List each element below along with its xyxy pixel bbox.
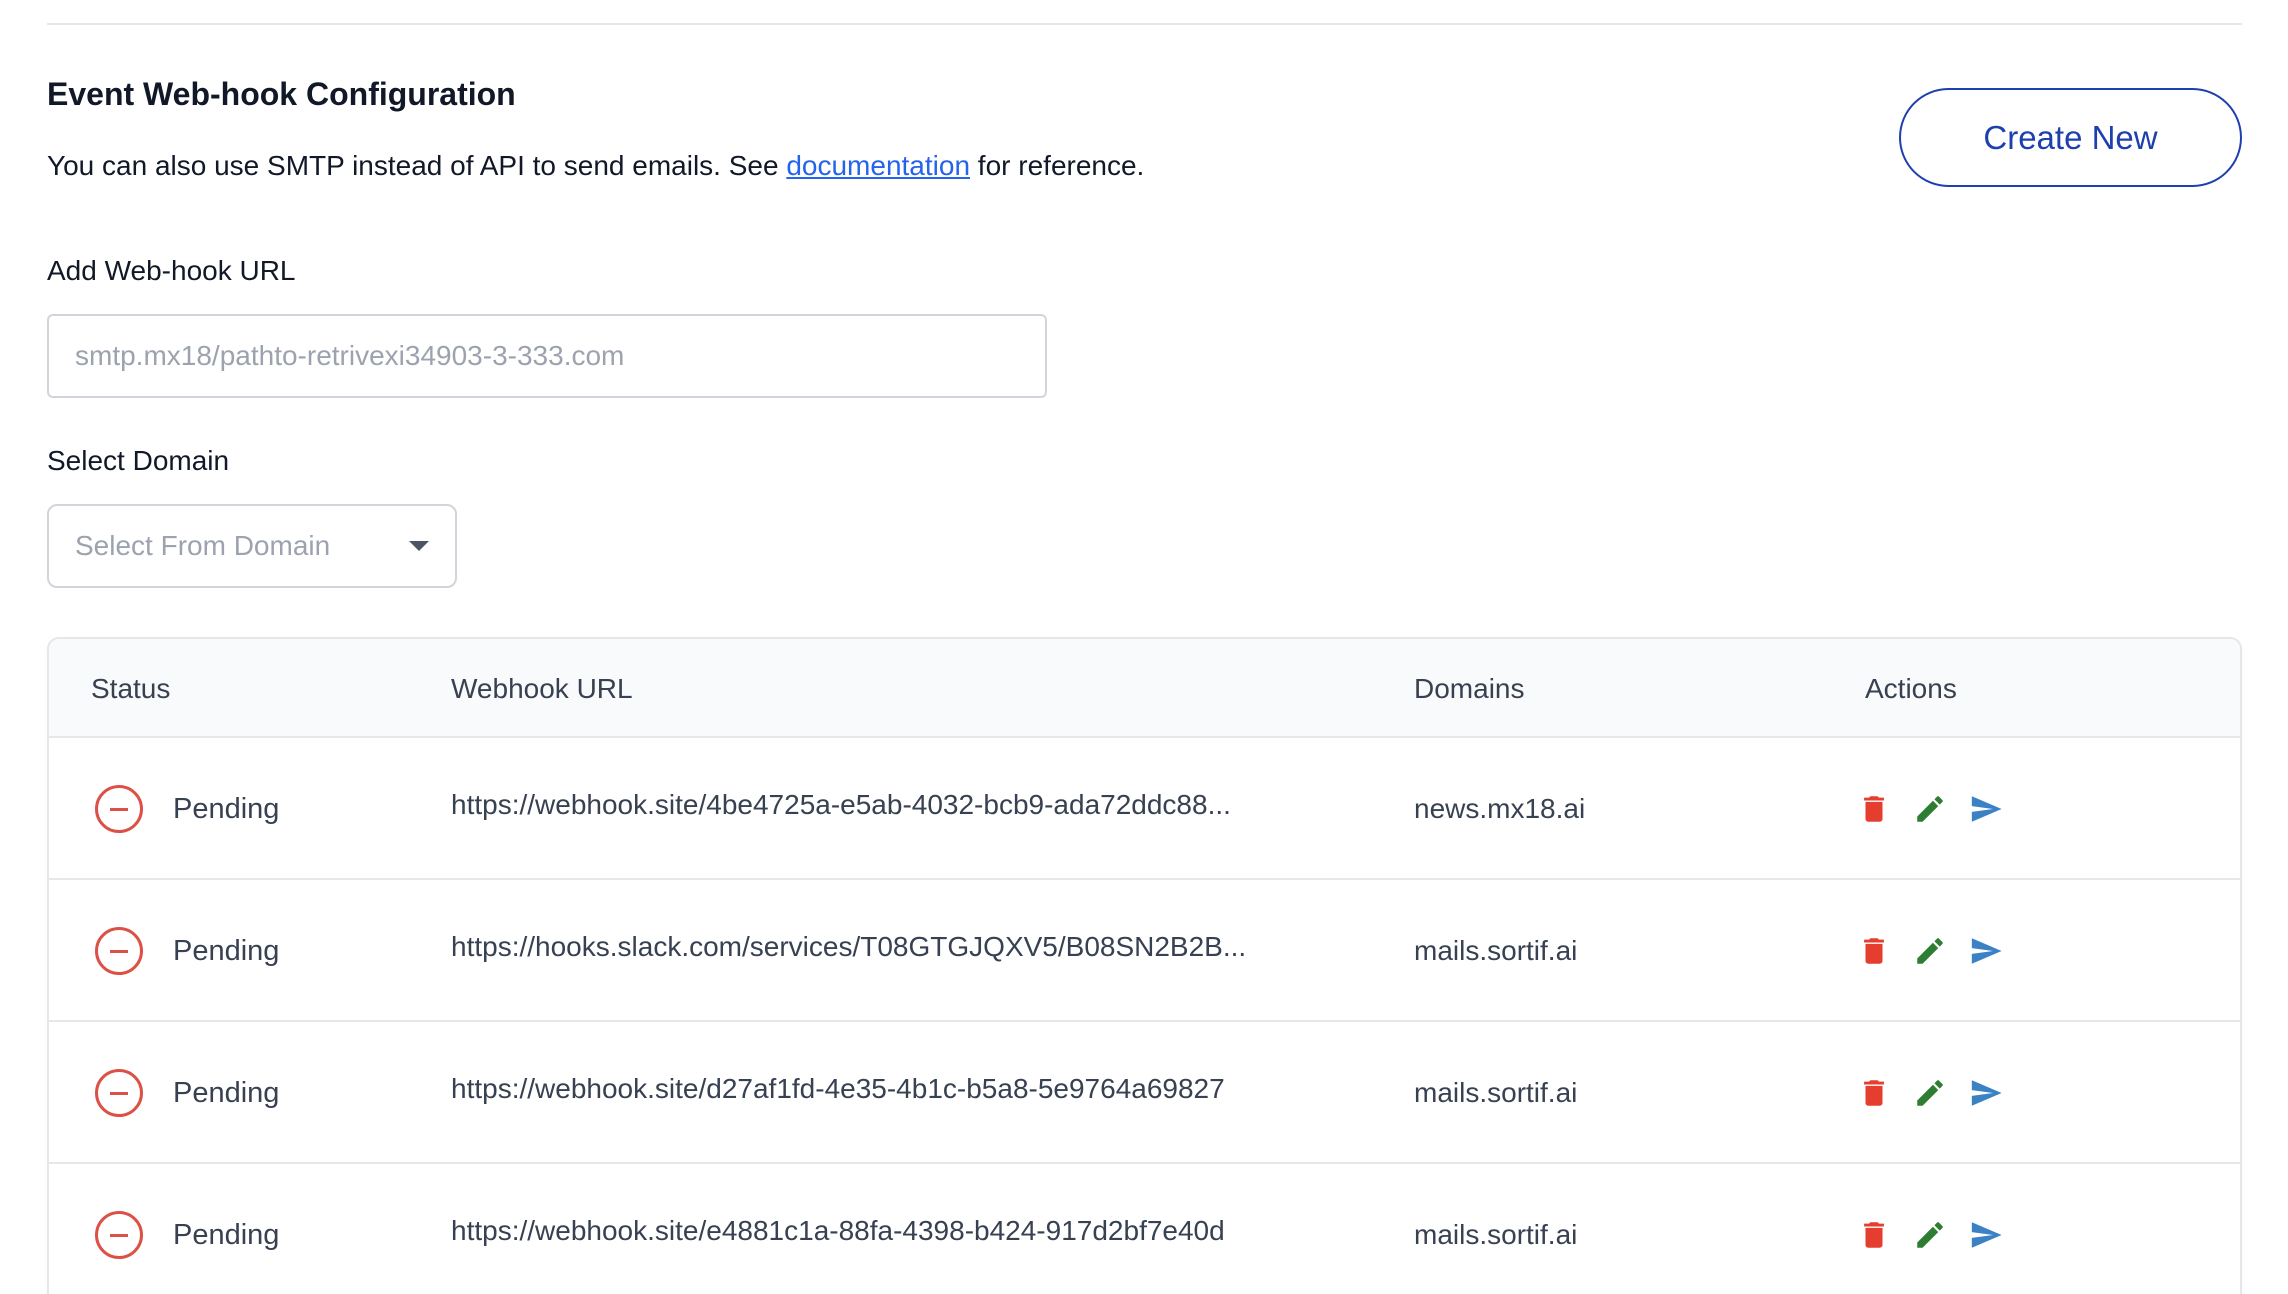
pencil-icon[interactable] bbox=[1913, 792, 1947, 826]
url-cell: https://hooks.slack.com/services/T08GTGJ… bbox=[451, 876, 1246, 1018]
url-cell: https://webhook.site/4be4725a-e5ab-4032-… bbox=[451, 734, 1231, 876]
description-suffix: for reference. bbox=[970, 150, 1145, 181]
webhook-config-page: Event Web-hook Configuration You can als… bbox=[0, 0, 2288, 1294]
table-row: Pending https://hooks.slack.com/services… bbox=[49, 880, 2240, 1022]
header-domains: Domains bbox=[1414, 673, 1525, 704]
top-divider bbox=[47, 23, 2242, 25]
send-icon[interactable] bbox=[1969, 1076, 2003, 1110]
domain-text: mails.sortif.ai bbox=[1414, 1219, 1578, 1250]
domain-cell: mails.sortif.ai bbox=[1414, 1164, 1577, 1294]
domain-cell: news.mx18.ai bbox=[1414, 738, 1585, 880]
send-icon[interactable] bbox=[1969, 934, 2003, 968]
status-cell: Pending bbox=[95, 880, 279, 1022]
trash-icon[interactable] bbox=[1857, 1218, 1891, 1252]
trash-icon[interactable] bbox=[1857, 934, 1891, 968]
domain-cell: mails.sortif.ai bbox=[1414, 880, 1577, 1022]
domain-cell: mails.sortif.ai bbox=[1414, 1022, 1577, 1164]
select-domain-label: Select Domain bbox=[47, 445, 230, 476]
section-description: You can also use SMTP instead of API to … bbox=[47, 150, 1144, 182]
chevron-down-icon bbox=[409, 541, 429, 551]
minus-circle-icon bbox=[95, 1069, 143, 1117]
status-cell: Pending bbox=[95, 1022, 279, 1164]
actions-cell bbox=[1857, 738, 2025, 880]
trash-icon[interactable] bbox=[1857, 792, 1891, 826]
send-icon[interactable] bbox=[1969, 792, 2003, 826]
domain-select[interactable]: Select From Domain bbox=[47, 504, 457, 588]
url-cell: https://webhook.site/e4881c1a-88fa-4398-… bbox=[451, 1160, 1225, 1294]
documentation-link[interactable]: documentation bbox=[786, 150, 970, 181]
webhook-url-label: Add Web-hook URL bbox=[47, 255, 296, 286]
domain-select-placeholder: Select From Domain bbox=[75, 530, 331, 561]
url-cell: https://webhook.site/d27af1fd-4e35-4b1c-… bbox=[451, 1018, 1225, 1160]
domain-text: mails.sortif.ai bbox=[1414, 935, 1578, 966]
header-actions: Actions bbox=[1865, 673, 1957, 704]
status-cell: Pending bbox=[95, 738, 279, 880]
domain-text: mails.sortif.ai bbox=[1414, 1077, 1578, 1108]
table-row: Pending https://webhook.site/4be4725a-e5… bbox=[49, 738, 2240, 880]
status-cell: Pending bbox=[95, 1164, 279, 1294]
header-webhook-url: Webhook URL bbox=[451, 673, 633, 704]
webhook-url-text: https://hooks.slack.com/services/T08GTGJ… bbox=[451, 931, 1247, 962]
minus-circle-icon bbox=[95, 785, 143, 833]
actions-cell bbox=[1857, 1022, 2025, 1164]
minus-circle-icon bbox=[95, 927, 143, 975]
create-new-button[interactable]: Create New bbox=[1899, 88, 2242, 187]
table-row: Pending https://webhook.site/e4881c1a-88… bbox=[49, 1164, 2240, 1294]
pencil-icon[interactable] bbox=[1913, 934, 1947, 968]
pencil-icon[interactable] bbox=[1913, 1076, 1947, 1110]
description-prefix: You can also use SMTP instead of API to … bbox=[47, 150, 787, 181]
section-title: Event Web-hook Configuration bbox=[47, 76, 516, 112]
domain-text: news.mx18.ai bbox=[1414, 793, 1586, 824]
table-row: Pending https://webhook.site/d27af1fd-4e… bbox=[49, 1022, 2240, 1164]
status-text: Pending bbox=[173, 792, 280, 825]
pencil-icon[interactable] bbox=[1913, 1218, 1947, 1252]
send-icon[interactable] bbox=[1969, 1218, 2003, 1252]
status-text: Pending bbox=[173, 1218, 280, 1251]
header-status: Status bbox=[91, 673, 171, 704]
webhook-url-text: https://webhook.site/d27af1fd-4e35-4b1c-… bbox=[451, 1073, 1225, 1104]
status-text: Pending bbox=[173, 1076, 280, 1109]
webhook-url-input[interactable] bbox=[47, 314, 1047, 398]
webhook-url-text: https://webhook.site/e4881c1a-88fa-4398-… bbox=[451, 1215, 1225, 1246]
webhook-url-text: https://webhook.site/4be4725a-e5ab-4032-… bbox=[451, 789, 1231, 820]
webhook-table: Status Webhook URL Domains Actions Pendi… bbox=[47, 637, 2242, 1294]
minus-circle-icon bbox=[95, 1211, 143, 1259]
trash-icon[interactable] bbox=[1857, 1076, 1891, 1110]
status-text: Pending bbox=[173, 934, 280, 967]
table-header: Status Webhook URL Domains Actions bbox=[49, 639, 2240, 738]
actions-cell bbox=[1857, 1164, 2025, 1294]
actions-cell bbox=[1857, 880, 2025, 1022]
